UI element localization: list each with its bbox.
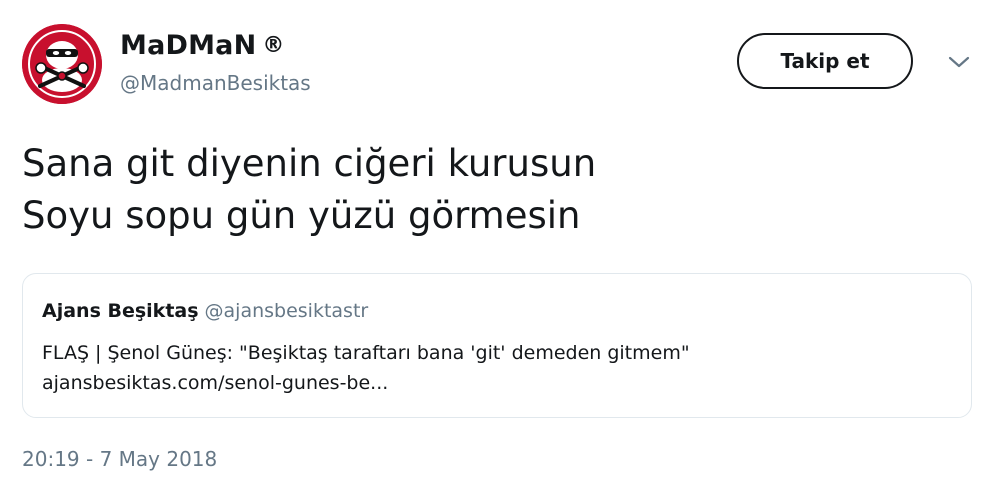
tweet-text: Sana git diyenin ciğeri kurusun Soyu sop… bbox=[22, 138, 922, 242]
more-options-button[interactable] bbox=[946, 52, 972, 72]
quoted-author: Ajans Beşiktaş @ajansbesiktastr bbox=[42, 300, 368, 322]
ninja-mascot-icon bbox=[22, 24, 102, 104]
quoted-tweet-text: FLAŞ | Şenol Güneş: "Beşiktaş taraftarı … bbox=[42, 338, 690, 398]
tweet-timestamp[interactable]: 20:19 - 7 May 2018 bbox=[22, 447, 217, 471]
quoted-author-name: Ajans Beşiktaş bbox=[42, 300, 199, 322]
author-name-row[interactable]: MaDMaN ® bbox=[120, 30, 284, 61]
quoted-author-handle: @ajansbesiktastr bbox=[204, 300, 369, 322]
quoted-link[interactable]: ajansbesiktas.com/senol-gunes-be... bbox=[42, 368, 690, 398]
quoted-tweet-card[interactable]: Ajans Beşiktaş @ajansbesiktastr FLAŞ | Şe… bbox=[22, 273, 972, 418]
registered-badge: ® bbox=[262, 33, 285, 58]
follow-button[interactable]: Takip et bbox=[737, 33, 913, 89]
author-display-name[interactable]: MaDMaN bbox=[120, 30, 256, 61]
avatar[interactable] bbox=[22, 24, 102, 104]
tweet-line: Soyu sopu gün yüzü görmesin bbox=[22, 194, 581, 237]
quoted-text-line: FLAŞ | Şenol Güneş: "Beşiktaş taraftarı … bbox=[42, 342, 690, 364]
author-handle[interactable]: @MadmanBesiktas bbox=[120, 71, 311, 95]
chevron-down-icon bbox=[948, 56, 970, 68]
tweet-line: Sana git diyenin ciğeri kurusun bbox=[22, 142, 597, 185]
